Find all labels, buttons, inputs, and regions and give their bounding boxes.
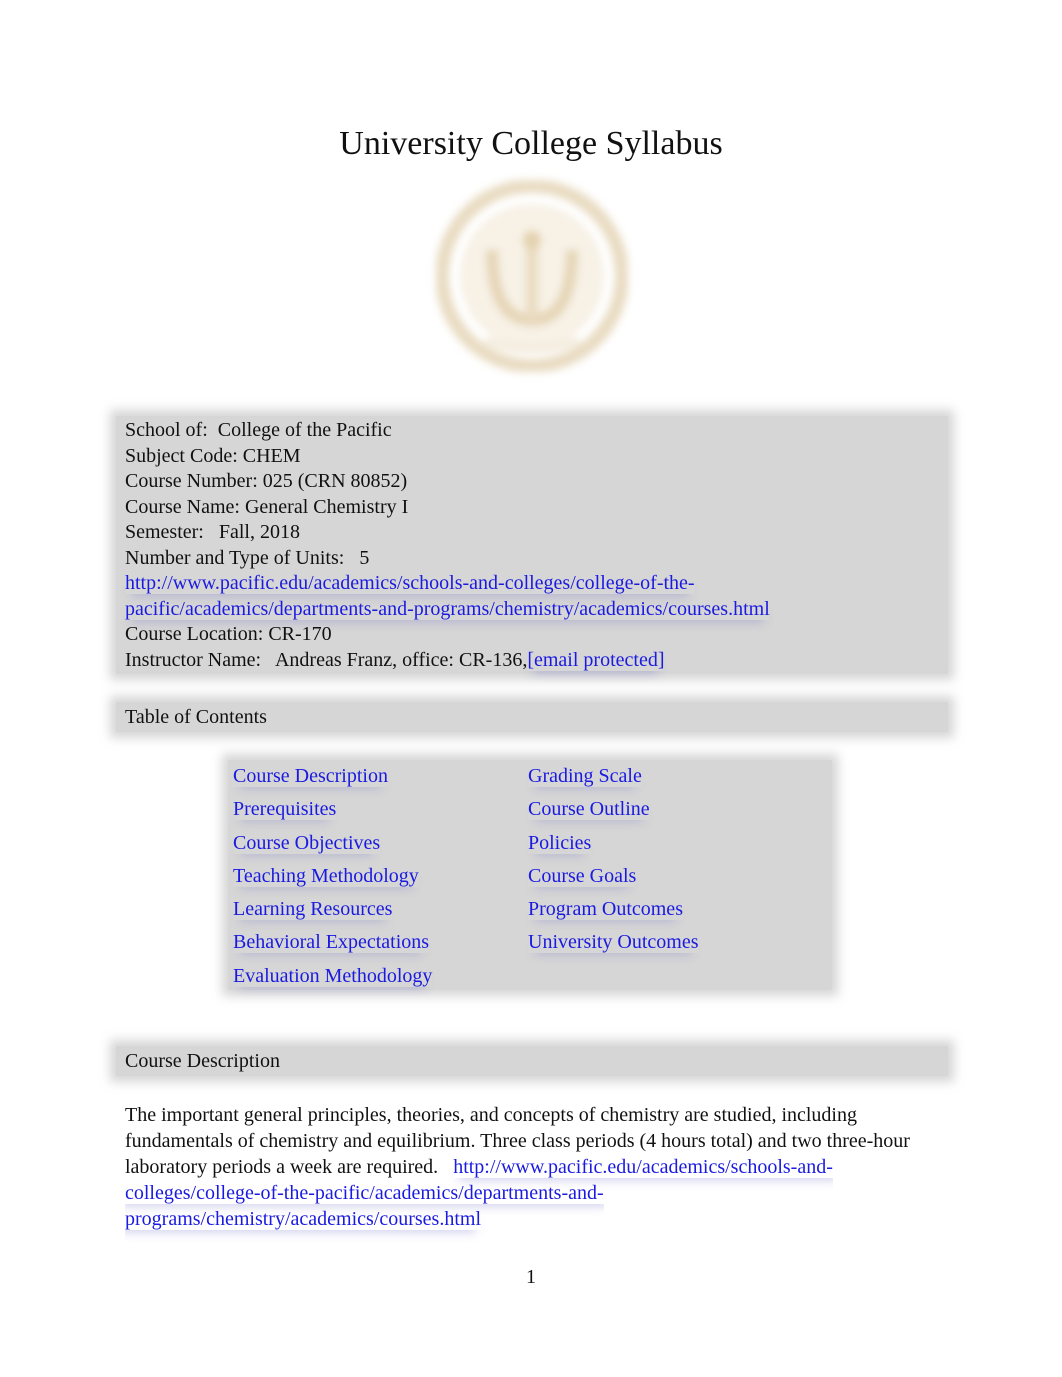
toc-link-label[interactable]: Teaching Methodology [233, 865, 419, 887]
toc-link-behavioral-expectations[interactable]: Behavioral Expectations [233, 926, 432, 959]
toc-link-learning-resources[interactable]: Learning Resources [233, 893, 432, 926]
instructor-row: Instructor Name: Andreas Franz, office: … [125, 648, 770, 674]
semester-label: Semester: [125, 521, 204, 543]
toc-link-course-outline[interactable]: Course Outline [528, 793, 699, 826]
toc-left-column: Course Description Prerequisites Course … [233, 760, 432, 993]
location-row: Course Location: CR-170 [125, 622, 770, 648]
toc-link-label[interactable]: University Outcomes [528, 931, 699, 953]
instructor-label: Instructor Name: [125, 648, 262, 671]
semester-row: Semester: Fall, 2018 [125, 520, 770, 546]
course-description-heading: Course Description [125, 1050, 280, 1072]
toc-link-label[interactable]: Course Objectives [233, 832, 380, 854]
units-label: Number and Type of Units: [125, 546, 345, 569]
toc-link-label[interactable]: Prerequisites [233, 798, 336, 820]
document-title: University College Syllabus [339, 125, 723, 162]
toc-link-prerequisites[interactable]: Prerequisites [233, 793, 432, 826]
toc-link-course-description[interactable]: Course Description [233, 760, 432, 793]
page-number: 1 [526, 1266, 536, 1288]
subject-row: Subject Code: CHEM [125, 444, 770, 470]
instructor-value: Andreas Franz, office: CR-136, [274, 648, 528, 671]
toc-link-university-outcomes[interactable]: University Outcomes [528, 926, 699, 959]
toc-right-column: Grading Scale Course Outline Policies Co… [528, 760, 699, 960]
course-number-label: Course Number: [125, 470, 258, 492]
toc-link-evaluation-methodology[interactable]: Evaluation Methodology [233, 960, 432, 993]
course-url-line-2[interactable]: pacific/academics/departments-and-progra… [125, 598, 770, 620]
course-url-link[interactable]: http://www.pacific.edu/academics/schools… [125, 571, 770, 597]
course-name-value: General Chemistry I [244, 495, 409, 518]
school-row: School of: College of the Pacific [125, 418, 770, 444]
course-url-row-2: pacific/academics/departments-and-progra… [125, 597, 770, 623]
course-info: School of: College of the Pacific Subjec… [125, 418, 770, 673]
toc-link-teaching-methodology[interactable]: Teaching Methodology [233, 860, 432, 893]
course-name-row: Course Name: General Chemistry I [125, 495, 770, 521]
toc-link-label[interactable]: Learning Resources [233, 898, 392, 920]
instructor-email-link[interactable]: [email protected] [527, 649, 664, 671]
toc-link-course-goals[interactable]: Course Goals [528, 860, 699, 893]
location-label: Course Location: [125, 623, 264, 645]
course-number-row: Course Number: 025 (CRN 80852) [125, 469, 770, 495]
toc-link-label[interactable]: Grading Scale [528, 765, 642, 787]
toc-heading: Table of Contents [125, 706, 267, 728]
course-description-body: The important general principles, theori… [125, 1102, 925, 1232]
toc-link-label[interactable]: Evaluation Methodology [233, 965, 432, 987]
course-url-line-1[interactable]: http://www.pacific.edu/academics/schools… [125, 572, 695, 594]
toc-link-label[interactable]: Course Outline [528, 798, 650, 820]
school-value: College of the Pacific [217, 419, 392, 441]
units-value: 5 [359, 546, 370, 569]
subject-label: Subject Code: [125, 444, 238, 467]
toc-link-grading-scale[interactable]: Grading Scale [528, 760, 699, 793]
toc-link-label[interactable]: Policies [528, 832, 591, 854]
location-value: CR-170 [268, 623, 332, 645]
university-seal-icon [436, 180, 628, 372]
subject-value: CHEM [242, 444, 301, 467]
toc-link-program-outcomes[interactable]: Program Outcomes [528, 893, 699, 926]
toc-link-label[interactable]: Course Goals [528, 865, 636, 887]
school-label: School of: [125, 419, 208, 441]
toc-link-label[interactable]: Program Outcomes [528, 898, 683, 920]
toc-link-course-objectives[interactable]: Course Objectives [233, 827, 432, 860]
course-number-value: 025 (CRN 80852) [262, 470, 408, 492]
toc-link-label[interactable]: Behavioral Expectations [233, 931, 429, 953]
toc-link-policies[interactable]: Policies [528, 827, 699, 860]
course-name-label: Course Name: [125, 495, 240, 518]
units-row: Number and Type of Units: 5 [125, 546, 770, 572]
semester-value: Fall, 2018 [218, 521, 300, 543]
toc-link-label[interactable]: Course Description [233, 765, 388, 787]
